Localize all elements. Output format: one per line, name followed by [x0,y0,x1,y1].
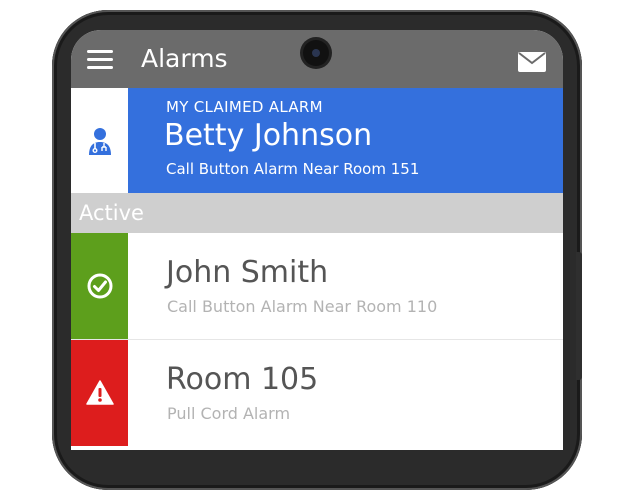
alarm-name: Room 105 [166,362,319,397]
envelope-icon[interactable] [518,52,546,72]
hamburger-menu-icon[interactable] [87,50,113,70]
alarm-description: Call Button Alarm Near Room 110 [167,297,438,316]
claimed-alarm-label: MY CLAIMED ALARM [166,98,323,116]
checkmark-circle-icon [87,273,113,299]
claimed-alarm-name: Betty Johnson [164,118,373,153]
claimed-alarm-card[interactable]: MY CLAIMED ALARM Betty Johnson Call Butt… [71,88,563,193]
alarm-name: John Smith [166,255,329,290]
phone-side-button [576,252,582,380]
claimed-alarm-icon-panel [71,88,128,193]
app-bar: Alarms [71,30,563,88]
doctor-icon [89,128,111,155]
alarm-list-item[interactable]: Room 105 Pull Cord Alarm [71,340,563,446]
alarm-status-panel [71,340,128,446]
page-title: Alarms [141,44,228,73]
section-label: Active [79,201,144,225]
alarm-description: Pull Cord Alarm [167,404,291,423]
claimed-alarm-description: Call Button Alarm Near Room 151 [166,160,420,178]
phone-screen: Alarms MY CLAIMED ALARM Betty Johnson Ca… [71,30,563,450]
warning-triangle-icon [86,380,114,405]
alarm-list-item[interactable]: John Smith Call Button Alarm Near Room 1… [71,233,563,340]
alarm-status-panel [71,233,128,339]
front-camera [303,40,329,66]
active-section-header: Active [71,193,563,233]
